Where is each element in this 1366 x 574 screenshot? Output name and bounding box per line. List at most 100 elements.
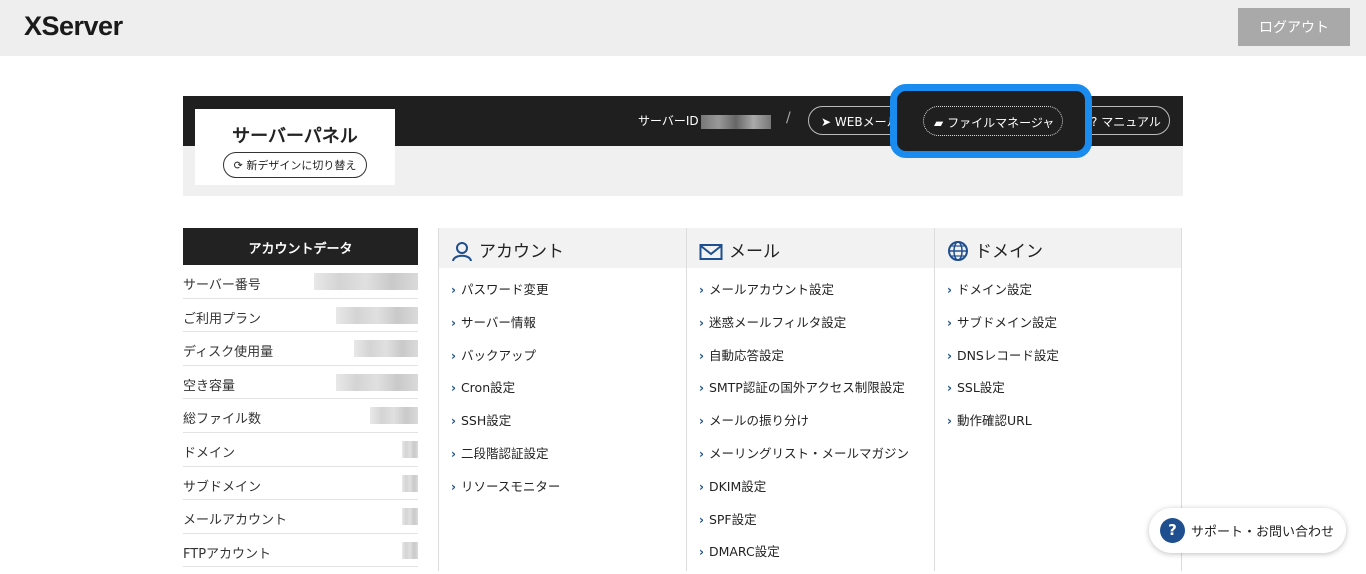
server-id-label: サーバーID [638, 114, 699, 128]
file-manager-button[interactable]: ▰ ファイルマネージャ [923, 106, 1063, 136]
folder-open-icon: ▰ [934, 116, 944, 130]
masked-value [402, 474, 418, 492]
globe-icon [948, 241, 968, 261]
switch-design-button[interactable]: ⟳ 新デザインに切り替え [222, 152, 368, 178]
menu-item-label: SSH設定 [460, 413, 512, 429]
menu-item-label: SPF設定 [708, 511, 757, 527]
menu-item-label: サブドメイン設定 [956, 314, 1057, 330]
account-row: メールアカウント [183, 500, 418, 534]
top-bar: XServer ログアウト [0, 0, 1366, 56]
menu-item-domain[interactable]: › ドメイン設定 [935, 279, 1181, 312]
menu-item-label: バックアップ [460, 347, 536, 363]
menu-item-label: メールの振り分け [708, 413, 809, 429]
chevron-right-icon: › [451, 348, 456, 363]
menu-item-dns-record[interactable]: › DNSレコード設定 [935, 345, 1181, 378]
chevron-right-icon: › [699, 381, 704, 396]
account-row: ドメイン [183, 433, 418, 467]
masked-value [402, 541, 418, 559]
logout-button[interactable]: ログアウト [1238, 8, 1350, 46]
menu-item-backup[interactable]: › バックアップ [439, 345, 686, 378]
account-menu-header: アカウント [439, 228, 686, 268]
chevron-right-icon: › [699, 545, 704, 560]
menu-item-mailing-list[interactable]: › メーリングリスト・メールマガジン [687, 443, 934, 476]
masked-value [336, 373, 418, 391]
menu-item-label: Cron設定 [460, 380, 516, 396]
menu-columns: アカウント › パスワード変更 › サーバー情報 › バックアップ › Cron設定 ›… [438, 228, 1183, 571]
chevron-right-icon: › [451, 414, 456, 429]
account-row-label: メールアカウント [183, 513, 288, 529]
account-row-label: ドメイン [183, 445, 236, 461]
account-row-label: サーバー番号 [183, 278, 261, 293]
menu-item-auto-reply[interactable]: › 自動応答設定 [687, 345, 934, 378]
menu-item-ssl[interactable]: › SSL設定 [935, 377, 1181, 410]
account-row: サーバー番号 [183, 265, 418, 299]
menu-item-mail-account[interactable]: › メールアカウント設定 [687, 279, 934, 312]
manual-label: マニュアル [1101, 115, 1161, 129]
user-icon [452, 242, 472, 262]
menu-item-label: DNSレコード設定 [956, 347, 1059, 363]
menu-item-dmarc[interactable]: › DMARC設定 [687, 541, 934, 574]
menu-item-label: メーリングリスト・メールマガジン [708, 445, 909, 461]
account-data-panel: アカウントデータ サーバー番号 ご利用プラン ディスク使用量 空き容量 総ファイ… [183, 228, 418, 568]
question-icon: ? [1160, 518, 1185, 543]
account-row-label: ご利用プラン [183, 311, 262, 327]
menu-item-spf[interactable]: › SPF設定 [687, 509, 934, 542]
menu-item-cron[interactable]: › Cron設定 [439, 377, 686, 410]
menu-item-two-factor[interactable]: › 二段階認証設定 [439, 443, 686, 476]
menu-item-server-info[interactable]: › サーバー情報 [439, 312, 686, 345]
xserver-logo[interactable]: XServer [24, 11, 123, 42]
chevron-right-icon: › [947, 381, 952, 396]
menu-item-label: パスワード変更 [460, 282, 549, 297]
account-menu-title: アカウント [479, 242, 564, 262]
account-row: FTPアカウント [183, 534, 418, 568]
menu-item-label: 自動応答設定 [708, 347, 784, 363]
menu-item-label: サーバー情報 [460, 314, 536, 330]
chevron-right-icon: › [947, 283, 952, 297]
account-row: 空き容量 [183, 366, 418, 400]
menu-item-label: 動作確認URL [956, 413, 1032, 429]
server-id: サーバーID [638, 112, 771, 129]
masked-value [336, 306, 418, 324]
menu-item-label: SMTP認証の国外アクセス制限設定 [708, 380, 905, 396]
account-row: サブドメイン [183, 467, 418, 501]
server-id-value-masked [700, 114, 771, 129]
masked-value [354, 340, 418, 358]
account-row: 総ファイル数 [183, 399, 418, 433]
menu-item-password[interactable]: › パスワード変更 [439, 279, 686, 312]
menu-item-subdomain[interactable]: › サブドメイン設定 [935, 312, 1181, 345]
account-row-label: サブドメイン [183, 479, 262, 495]
masked-value [402, 508, 418, 526]
menu-item-smtp-restriction[interactable]: › SMTP認証の国外アクセス制限設定 [687, 377, 934, 410]
chevron-right-icon: › [451, 446, 456, 461]
menu-item-spam-filter[interactable]: › 迷惑メールフィルタ設定 [687, 312, 934, 345]
chevron-right-icon: › [451, 479, 456, 494]
chevron-right-icon: › [947, 414, 952, 429]
menu-item-label: DMARC設定 [708, 544, 780, 560]
mail-menu-header: メール [687, 228, 934, 268]
chevron-right-icon: › [699, 315, 704, 330]
chevron-right-icon: › [947, 348, 952, 363]
account-row-label: 空き容量 [183, 378, 236, 394]
mail-menu-column: メール › メールアカウント設定 › 迷惑メールフィルタ設定 › 自動応答設定 › SM… [686, 228, 934, 571]
menu-item-label: SSL設定 [956, 380, 1005, 396]
menu-item-check-url[interactable]: › 動作確認URL [935, 410, 1181, 443]
account-data-title: アカウントデータ [183, 228, 418, 265]
account-row: ディスク使用量 [183, 332, 418, 366]
file-manager-label: ファイルマネージャ [947, 116, 1055, 130]
chevron-right-icon: › [451, 381, 456, 396]
support-button[interactable]: ? サポート・お問い合わせ [1149, 508, 1346, 553]
menu-item-dkim[interactable]: › DKIM設定 [687, 476, 934, 509]
masked-value [314, 273, 418, 290]
support-label: サポート・お問い合わせ [1191, 525, 1335, 540]
menu-item-resource-monitor[interactable]: › リソースモニター [439, 476, 686, 509]
chevron-right-icon: › [699, 348, 704, 363]
header-separator: / [786, 110, 791, 126]
menu-item-ssh[interactable]: › SSH設定 [439, 410, 686, 443]
menu-item-label: 二段階認証設定 [460, 445, 549, 461]
chevron-right-icon: › [699, 283, 704, 297]
envelope-icon [699, 244, 723, 260]
refresh-icon: ⟳ [233, 159, 243, 172]
domain-menu-column: ドメイン › ドメイン設定 › サブドメイン設定 › DNSレコード設定 › SSL設定… [934, 228, 1182, 571]
menu-item-label: 迷惑メールフィルタ設定 [708, 314, 847, 330]
menu-item-mail-sorting[interactable]: › メールの振り分け [687, 410, 934, 443]
